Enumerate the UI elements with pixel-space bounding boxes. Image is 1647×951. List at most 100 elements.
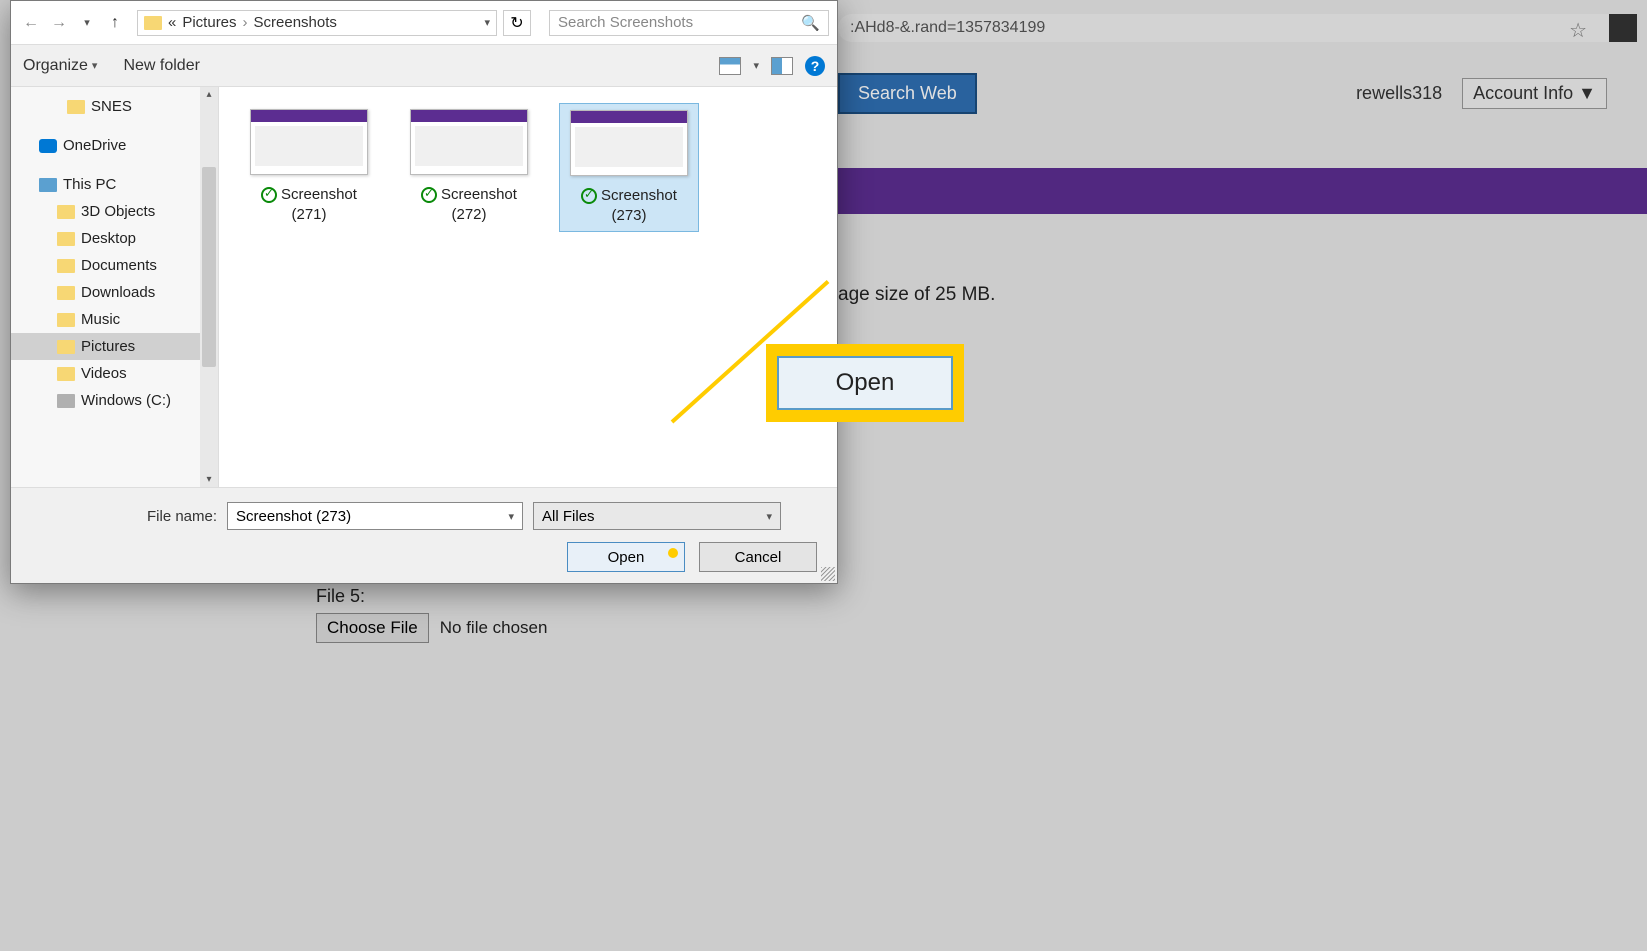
folder-icon <box>57 340 75 354</box>
sync-ok-icon <box>421 187 437 203</box>
tree-label: Downloads <box>81 284 155 301</box>
folder-icon <box>57 259 75 273</box>
file-name-label: File name: <box>147 508 217 525</box>
tree-item-snes[interactable]: SNES <box>11 93 218 120</box>
open-label: Open <box>608 549 645 566</box>
sync-ok-icon <box>581 188 597 204</box>
file-name-input[interactable]: Screenshot (273) ▾ <box>227 502 523 530</box>
thumbnail <box>250 109 368 175</box>
folder-tree[interactable]: SNES OneDrive This PC 3D Objects Desktop… <box>11 87 219 487</box>
tree-label: 3D Objects <box>81 203 155 220</box>
account-info-dropdown[interactable]: Account Info ▼ <box>1462 78 1607 109</box>
file5-label: File 5: <box>316 586 547 607</box>
recent-dropdown-icon[interactable]: ▾ <box>75 11 99 35</box>
tree-item-desktop[interactable]: Desktop <box>11 225 218 252</box>
dialog-body: SNES OneDrive This PC 3D Objects Desktop… <box>11 87 837 487</box>
scroll-up-icon[interactable]: ▴ <box>203 89 215 100</box>
view-mode-icon[interactable] <box>719 57 741 75</box>
folder-icon <box>57 313 75 327</box>
browser-url-bar[interactable]: :AHd8-&.rand=1357834199 <box>838 14 1637 42</box>
username-label[interactable]: rewells318 <box>1356 83 1442 104</box>
tree-label: OneDrive <box>63 137 126 154</box>
help-icon[interactable]: ? <box>805 56 825 76</box>
search-icon: 🔍 <box>801 14 820 32</box>
file-item-272[interactable]: Screenshot (272) <box>399 103 539 230</box>
folder-icon <box>67 100 85 114</box>
folder-icon <box>57 286 75 300</box>
tree-item-documents[interactable]: Documents <box>11 252 218 279</box>
chevron-down-icon[interactable]: ▾ <box>509 510 515 523</box>
file-label: Screenshot (273) <box>601 187 677 224</box>
organize-label: Organize <box>23 57 88 75</box>
view-dropdown-icon[interactable]: ▾ <box>753 59 759 72</box>
forward-icon[interactable]: → <box>47 11 71 35</box>
chevron-down-icon: ▾ <box>92 59 98 72</box>
choose-file-button[interactable]: Choose File <box>316 613 429 643</box>
user-area: rewells318 Account Info ▼ <box>1356 78 1607 109</box>
file-label: Screenshot (272) <box>441 186 517 223</box>
cancel-label: Cancel <box>735 549 782 566</box>
tree-label: Documents <box>81 257 157 274</box>
file-item-273[interactable]: Screenshot (273) <box>559 103 699 232</box>
breadcrumb-dropdown-icon[interactable]: ▾ <box>484 16 490 29</box>
search-input[interactable]: Search Screenshots 🔍 <box>549 10 829 36</box>
tree-item-3d-objects[interactable]: 3D Objects <box>11 198 218 225</box>
dialog-nav-bar: ← → ▾ ↑ « Pictures › Screenshots ▾ ↻ Sea… <box>11 1 837 45</box>
file-label: Screenshot (271) <box>281 186 357 223</box>
file-item-271[interactable]: Screenshot (271) <box>239 103 379 230</box>
thumbnail <box>570 110 688 176</box>
new-folder-button[interactable]: New folder <box>123 57 199 75</box>
tree-label: SNES <box>91 98 132 115</box>
filter-value: All Files <box>542 508 595 525</box>
tree-item-music[interactable]: Music <box>11 306 218 333</box>
new-folder-label: New folder <box>123 57 199 75</box>
organize-menu[interactable]: Organize ▾ <box>23 57 97 75</box>
refresh-icon[interactable]: ↻ <box>503 10 531 36</box>
sync-ok-icon <box>261 187 277 203</box>
folder-icon <box>57 232 75 246</box>
file-open-dialog: ← → ▾ ↑ « Pictures › Screenshots ▾ ↻ Sea… <box>10 0 838 584</box>
file5-row: File 5: Choose File No file chosen <box>316 586 547 643</box>
tree-label: Windows (C:) <box>81 392 171 409</box>
tree-item-pictures[interactable]: Pictures <box>11 333 218 360</box>
tree-label: This PC <box>63 176 116 193</box>
files-area[interactable]: Screenshot (271) Screenshot (272) Screen… <box>219 87 837 487</box>
url-text: :AHd8-&.rand=1357834199 <box>850 19 1045 37</box>
tree-scrollbar[interactable]: ▴ ▾ <box>200 87 218 487</box>
preview-pane-icon[interactable] <box>771 57 793 75</box>
callout-highlight: Open <box>766 344 964 422</box>
extension-icon[interactable] <box>1609 14 1637 42</box>
page-purple-bar <box>838 168 1647 214</box>
folder-icon <box>144 16 162 30</box>
tree-item-downloads[interactable]: Downloads <box>11 279 218 306</box>
breadcrumb-screenshots[interactable]: Screenshots <box>254 14 337 31</box>
scroll-down-icon[interactable]: ▾ <box>203 474 215 485</box>
open-button[interactable]: Open <box>567 542 685 572</box>
chevron-down-icon[interactable]: ▾ <box>767 510 773 523</box>
breadcrumb-prefix: « <box>168 14 176 31</box>
tree-item-onedrive[interactable]: OneDrive <box>11 132 218 159</box>
breadcrumb-pictures[interactable]: Pictures <box>182 14 236 31</box>
search-web-button[interactable]: Search Web <box>838 73 977 114</box>
tree-label: Pictures <box>81 338 135 355</box>
resize-grip-icon[interactable] <box>821 567 835 581</box>
thumbnail <box>410 109 528 175</box>
tree-item-windows-c[interactable]: Windows (C:) <box>11 387 218 414</box>
bookmark-star-icon[interactable]: ☆ <box>1569 18 1587 43</box>
up-icon[interactable]: ↑ <box>103 11 127 35</box>
folder-icon <box>57 367 75 381</box>
breadcrumb[interactable]: « Pictures › Screenshots ▾ <box>137 10 497 36</box>
dialog-bottom: File name: Screenshot (273) ▾ All Files … <box>11 487 837 583</box>
back-icon[interactable]: ← <box>19 11 43 35</box>
chevron-right-icon: › <box>243 14 248 31</box>
tree-item-videos[interactable]: Videos <box>11 360 218 387</box>
tree-item-this-pc[interactable]: This PC <box>11 171 218 198</box>
onedrive-icon <box>39 139 57 153</box>
file-type-filter[interactable]: All Files ▾ <box>533 502 781 530</box>
page-size-text: age size of 25 MB. <box>838 284 995 306</box>
scroll-thumb[interactable] <box>202 167 216 367</box>
cancel-button[interactable]: Cancel <box>699 542 817 572</box>
callout-open-button: Open <box>777 356 953 410</box>
search-placeholder: Search Screenshots <box>558 14 693 31</box>
folder-icon <box>57 205 75 219</box>
